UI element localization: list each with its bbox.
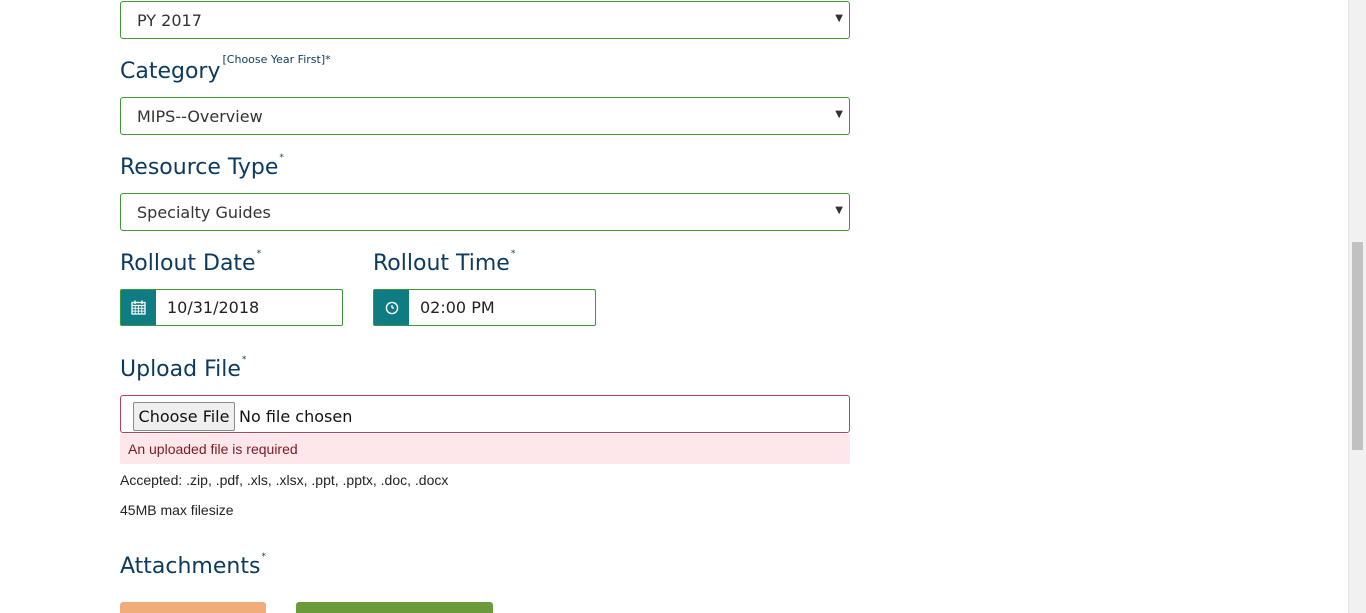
rollout-date-input[interactable]: 10/31/2018	[120, 289, 343, 326]
year-select-value: PY 2017	[137, 11, 202, 30]
year-select[interactable]: PY 2017 ▼	[120, 1, 850, 39]
calendar-icon[interactable]	[121, 290, 156, 325]
rollout-time-input[interactable]: 02:00 PM	[373, 289, 596, 326]
chevron-down-icon: ▼	[835, 205, 843, 216]
required-marker: *	[510, 249, 516, 259]
resource-type-select-value: Specialty Guides	[137, 203, 271, 222]
choose-file-button[interactable]: Choose File	[133, 402, 235, 431]
chevron-down-icon: ▼	[835, 13, 843, 24]
vertical-scrollbar[interactable]	[1348, 0, 1366, 613]
category-select-value: MIPS--Overview	[137, 107, 263, 126]
rollout-date-label: Rollout Date*	[120, 249, 262, 276]
chevron-down-icon: ▼	[835, 109, 843, 120]
resource-type-select[interactable]: Specialty Guides ▼	[120, 193, 850, 231]
orange-action-button[interactable]	[120, 602, 266, 613]
upload-file-field: Choose File No file chosen	[120, 395, 850, 433]
resource-type-label: Resource Type*	[120, 153, 284, 180]
category-label: Category [Choose Year First]*	[120, 53, 331, 84]
required-marker: *	[241, 355, 247, 365]
scrollbar-thumb[interactable]	[1352, 242, 1363, 450]
required-marker: *	[256, 249, 262, 259]
max-filesize-text: 45MB max filesize	[120, 502, 234, 518]
upload-error-message: An uploaded file is required	[120, 434, 850, 464]
rollout-time-value: 02:00 PM	[420, 298, 495, 317]
upload-file-label: Upload File*	[120, 355, 247, 382]
required-marker: *	[279, 153, 284, 163]
category-select[interactable]: MIPS--Overview ▼	[120, 97, 850, 135]
attachments-label: Attachments*	[120, 552, 266, 579]
file-status-text: No file chosen	[239, 407, 353, 426]
rollout-time-label: Rollout Time*	[373, 249, 516, 276]
required-marker: *	[261, 552, 266, 562]
clock-icon[interactable]	[374, 290, 409, 325]
category-hint: [Choose Year First]*	[222, 53, 331, 66]
rollout-date-value: 10/31/2018	[167, 298, 260, 317]
green-action-button[interactable]	[296, 602, 493, 613]
accepted-formats-text: Accepted: .zip, .pdf, .xls, .xlsx, .ppt,…	[120, 472, 449, 488]
